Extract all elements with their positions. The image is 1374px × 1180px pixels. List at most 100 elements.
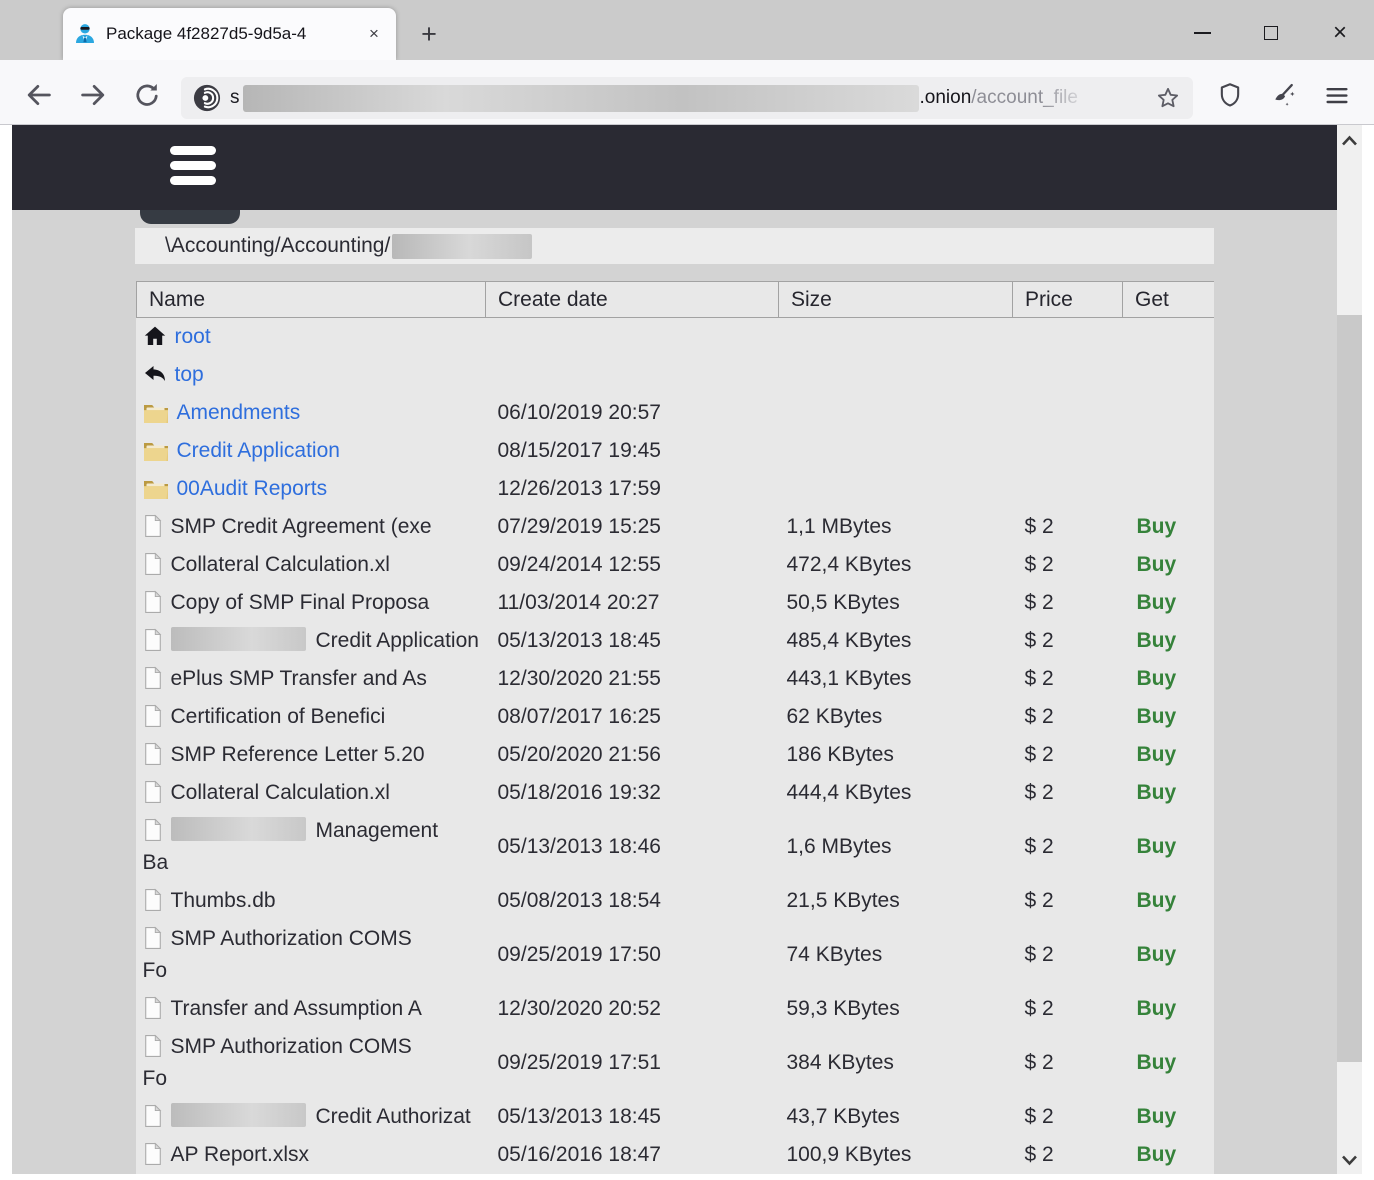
window-maximize-button[interactable]	[1251, 16, 1291, 50]
home-link[interactable]: root	[175, 325, 211, 348]
folder-link[interactable]: 00Audit Reports	[177, 477, 328, 500]
buy-link[interactable]: Buy	[1137, 889, 1177, 912]
url-path: /account_file	[971, 87, 1099, 109]
item-get-cell: Buy	[1123, 698, 1215, 736]
file-table: Name Create date Size Price Get root top…	[136, 281, 1214, 1174]
browser-menu-icon[interactable]	[1323, 81, 1351, 109]
item-create-date: 05/08/2013 18:54	[486, 882, 779, 920]
site-menu-icon[interactable]	[170, 146, 216, 191]
scroll-up-icon[interactable]	[1341, 134, 1358, 146]
hamburger-bar	[170, 161, 216, 170]
file-icon	[143, 888, 163, 912]
folder-icon	[143, 440, 169, 462]
column-header-date: Create date	[486, 282, 779, 318]
item-price: $ 2	[1013, 660, 1123, 698]
folder-link[interactable]: Amendments	[177, 401, 301, 424]
item-size: 62 KBytes	[779, 698, 1013, 736]
item-get-cell	[1123, 470, 1215, 508]
shield-icon[interactable]	[1216, 81, 1244, 109]
buy-link[interactable]: Buy	[1137, 515, 1177, 538]
item-size: 1,1 MBytes	[779, 508, 1013, 546]
item-size: 472,4 KBytes	[779, 546, 1013, 584]
window-minimize-button[interactable]	[1182, 16, 1222, 50]
file-icon	[143, 514, 163, 538]
title-bar: Package 4f2827d5-9d5a-4 × + ×	[0, 0, 1374, 60]
up-link[interactable]: top	[175, 363, 204, 386]
buy-link[interactable]: Buy	[1137, 553, 1177, 576]
reload-button[interactable]	[132, 80, 162, 110]
redaction-box	[171, 627, 306, 651]
file-icon	[143, 1104, 163, 1128]
folder-icon	[143, 402, 169, 424]
buy-link[interactable]: Buy	[1137, 1051, 1177, 1074]
forward-button[interactable]	[78, 80, 108, 110]
item-size: 485,4 KBytes	[779, 622, 1013, 660]
table-row: Credit Authorizat 05/13/2013 18:45 43,7 …	[137, 1098, 1215, 1136]
item-size	[779, 470, 1013, 508]
item-get-cell: Buy	[1123, 622, 1215, 660]
table-row: Credit Application 05/13/2013 18:45 485,…	[137, 622, 1215, 660]
table-row: Certification of Benefici 08/07/2017 16:…	[137, 698, 1215, 736]
item-create-date: 09/25/2019 17:50	[486, 920, 779, 990]
table-row: SMP Authorization COMS Fo 09/25/2019 17:…	[137, 1028, 1215, 1098]
file-name: AP Report.xlsx	[171, 1143, 310, 1166]
table-row: AP Report.xlsx 05/16/2016 18:47 100,9 KB…	[137, 1136, 1215, 1174]
buy-link[interactable]: Buy	[1137, 997, 1177, 1020]
item-price: $ 2	[1013, 736, 1123, 774]
new-identity-broom-icon[interactable]	[1269, 81, 1297, 109]
bookmark-star-icon[interactable]	[1155, 85, 1181, 111]
item-get-cell: Buy	[1123, 1028, 1215, 1098]
tab-close-icon[interactable]: ×	[362, 22, 386, 46]
buy-link[interactable]: Buy	[1137, 667, 1177, 690]
redaction-box	[171, 817, 306, 841]
item-get-cell	[1123, 432, 1215, 470]
file-icon	[143, 818, 163, 842]
item-size: 50,5 KBytes	[779, 584, 1013, 622]
minimize-icon	[1194, 32, 1211, 34]
onion-site-icon[interactable]	[193, 84, 221, 112]
new-tab-button[interactable]: +	[412, 17, 446, 51]
buy-link[interactable]: Buy	[1137, 743, 1177, 766]
page-scrollbar[interactable]	[1337, 125, 1362, 1174]
item-price: $ 2	[1013, 584, 1123, 622]
buy-link[interactable]: Buy	[1137, 629, 1177, 652]
folder-link[interactable]: Credit Application	[177, 439, 340, 462]
file-icon	[143, 628, 163, 652]
window-close-button[interactable]: ×	[1320, 16, 1360, 50]
home-icon	[143, 324, 167, 348]
item-size: 443,1 KBytes	[779, 660, 1013, 698]
back-button[interactable]	[24, 80, 54, 110]
tab-title: Package 4f2827d5-9d5a-4	[106, 24, 362, 44]
scrollbar-thumb[interactable]	[1337, 315, 1362, 1062]
hamburger-bar	[170, 176, 216, 185]
item-get-cell: Buy	[1123, 584, 1215, 622]
site-header	[12, 125, 1337, 210]
browser-tab[interactable]: Package 4f2827d5-9d5a-4 ×	[63, 8, 396, 60]
table-row: ePlus SMP Transfer and As 12/30/2020 21:…	[137, 660, 1215, 698]
folder-icon	[143, 478, 169, 500]
url-domain-suffix: .onion	[920, 87, 972, 109]
breadcrumb-redaction-box	[392, 234, 532, 259]
url-bar[interactable]: s .onion /account_file	[181, 77, 1193, 119]
buy-link[interactable]: Buy	[1137, 943, 1177, 966]
buy-link[interactable]: Buy	[1137, 591, 1177, 614]
file-icon	[143, 590, 163, 614]
buy-link[interactable]: Buy	[1137, 1105, 1177, 1128]
table-row: SMP Authorization COMS Fo 09/25/2019 17:…	[137, 920, 1215, 990]
item-price	[1013, 318, 1123, 357]
buy-link[interactable]: Buy	[1137, 781, 1177, 804]
table-row: Transfer and Assumption A 12/30/2020 20:…	[137, 990, 1215, 1028]
buy-link[interactable]: Buy	[1137, 1143, 1177, 1166]
breadcrumb-bar: \Accounting/Accounting/	[135, 228, 1214, 264]
table-row: Copy of SMP Final Proposa 11/03/2014 20:…	[137, 584, 1215, 622]
item-size: 444,4 KBytes	[779, 774, 1013, 812]
buy-link[interactable]: Buy	[1137, 705, 1177, 728]
item-size	[779, 356, 1013, 394]
item-size	[779, 318, 1013, 357]
file-name: Credit Authorizat	[316, 1105, 471, 1128]
buy-link[interactable]: Buy	[1137, 835, 1177, 858]
item-get-cell: Buy	[1123, 882, 1215, 920]
scroll-down-icon[interactable]	[1341, 1153, 1358, 1165]
file-icon	[143, 1142, 163, 1166]
maximize-icon	[1264, 26, 1278, 40]
